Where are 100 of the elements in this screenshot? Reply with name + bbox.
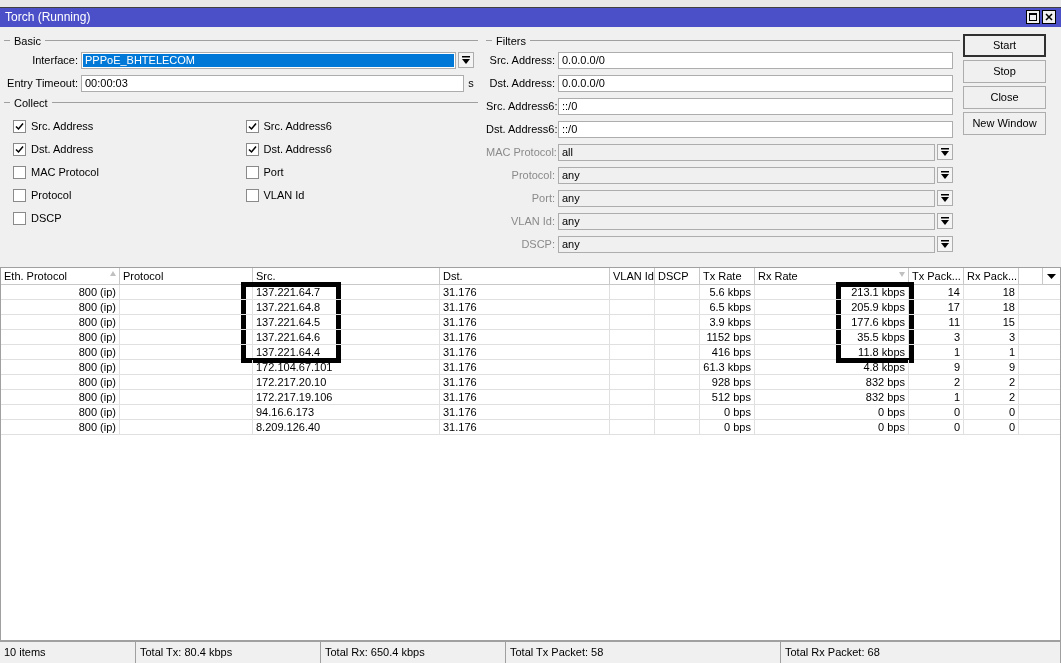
- column-header[interactable]: Tx Rate: [700, 268, 755, 285]
- table-cell-text: 4.8 kbps: [863, 359, 905, 375]
- filter-field[interactable]: ::/0: [558, 120, 953, 138]
- action-button[interactable]: Close: [963, 85, 1046, 109]
- table-cell-text: 137.221.64.6: [256, 329, 321, 345]
- table-cell-text: 832 bps: [865, 389, 905, 405]
- checkbox-label: Port: [263, 165, 284, 181]
- column-menu-button[interactable]: [1043, 268, 1060, 285]
- filter-field[interactable]: 0.0.0.0/0: [558, 51, 953, 69]
- field-label: Entry Timeout:: [6, 76, 79, 92]
- checkbox[interactable]: [245, 165, 259, 179]
- table-cell-text: 2: [1008, 374, 1015, 390]
- checkbox[interactable]: [13, 211, 26, 225]
- table-cell-text: 177.6 kbps: [851, 314, 905, 330]
- column-header[interactable]: DSCP: [655, 268, 700, 285]
- table-cell-text: 8.209.126.40: [256, 419, 321, 435]
- checkbox-label: MAC Protocol: [31, 165, 99, 181]
- table-cell-text: 1: [1008, 344, 1015, 360]
- column-header[interactable]: VLAN Id: [610, 268, 655, 285]
- column-header[interactable]: Protocol: [120, 268, 253, 285]
- table-cell-text: 2: [1008, 389, 1015, 405]
- checkbox[interactable]: [245, 119, 259, 133]
- column-header[interactable]: Tx Pack...: [909, 268, 964, 285]
- table-cell-text: 17: [947, 299, 960, 315]
- table-cell-text: 928 bps: [711, 374, 751, 390]
- checkbox-label: Src. Address: [31, 119, 94, 135]
- table-cell-text: 800 (ip): [78, 329, 116, 345]
- table-cell-text: 416 bps: [711, 344, 751, 360]
- column-header[interactable]: Dst.: [440, 268, 610, 285]
- interface-select[interactable]: PPPoE_BHTELECOM: [81, 51, 456, 69]
- filter-label: MAC Protocol:: [486, 145, 558, 161]
- table-cell-text: 3: [1008, 329, 1015, 345]
- table-cell-text: 9: [1008, 359, 1015, 375]
- table-cell-text: 31.176: [443, 329, 477, 345]
- checkbox[interactable]: [13, 188, 26, 202]
- checkbox-label: Dst. Address6: [263, 142, 332, 158]
- table-cell-text: 172.104.67.101: [256, 359, 333, 375]
- column-header[interactable]: Rx Rate: [755, 268, 909, 285]
- checkbox[interactable]: [13, 119, 26, 133]
- action-button[interactable]: New Window: [963, 111, 1046, 135]
- checkbox[interactable]: [13, 165, 26, 179]
- table-cell-text: 31.176: [443, 299, 477, 315]
- table-cell-text: 31.176: [443, 389, 477, 405]
- table-cell-text: 31.176: [443, 419, 477, 435]
- table-cell-text: 0 bps: [724, 404, 751, 420]
- table-cell-text: 61.3 kbps: [703, 359, 751, 375]
- table-cell-text: 205.9 kbps: [851, 299, 905, 315]
- action-button[interactable]: Stop: [963, 59, 1046, 83]
- field-label: Interface:: [31, 53, 79, 69]
- table-cell-text: 137.221.64.4: [256, 344, 321, 360]
- column-header[interactable]: Src.: [253, 268, 440, 285]
- table-cell-text: 172.217.19.106: [256, 389, 333, 405]
- table-cell-text: 832 bps: [865, 374, 905, 390]
- filter-label: Src. Address6:: [486, 99, 558, 115]
- table-cell-text: 11: [948, 314, 960, 330]
- timeout-field[interactable]: 00:00:03: [81, 74, 464, 92]
- table-cell-text: 5.6 kbps: [709, 284, 751, 300]
- checkbox[interactable]: [13, 142, 26, 156]
- filter-label: DSCP:: [520, 237, 556, 253]
- action-button[interactable]: Start: [963, 33, 1046, 57]
- filter-field[interactable]: 0.0.0.0/0: [558, 74, 953, 92]
- table-cell-text: 11.8 kbps: [858, 344, 905, 360]
- table-cell-text: 800 (ip): [78, 284, 116, 300]
- checkbox-label: DSCP: [31, 211, 62, 227]
- table-cell-text: 800 (ip): [78, 299, 116, 315]
- table-cell-text: 137.221.64.7: [256, 284, 321, 300]
- table-cell-text: 6.5 kbps: [709, 299, 751, 315]
- checkbox[interactable]: [245, 188, 259, 202]
- table-cell-text: 800 (ip): [78, 359, 116, 375]
- table-cell-text: 800 (ip): [78, 374, 116, 390]
- table-cell-text: 94.16.6.173: [256, 404, 315, 420]
- checkbox-label: Dst. Address: [31, 142, 94, 158]
- table-cell-text: 800 (ip): [78, 314, 116, 330]
- table-cell-text: 31.176: [443, 404, 477, 420]
- table-cell-text: 0: [1008, 419, 1015, 435]
- close-icon[interactable]: [1042, 10, 1056, 25]
- group-label: Basic: [14, 33, 41, 49]
- table-cell-text: 0: [953, 419, 960, 435]
- table-cell-text: 18: [1002, 299, 1015, 315]
- table-cell-text: 0 bps: [878, 419, 905, 435]
- table-cell-text: 1: [953, 389, 960, 405]
- window-title: Torch (Running): [5, 9, 91, 27]
- group-label: Filters: [496, 33, 526, 49]
- column-header[interactable]: Rx Pack...: [964, 268, 1019, 285]
- status-text: Total Tx: 80.4 kbps: [140, 645, 233, 661]
- filter-label: Dst. Address:: [488, 76, 556, 92]
- table-cell-text: 18: [1002, 284, 1015, 300]
- filter-field[interactable]: ::/0: [558, 97, 953, 115]
- status-text: 10 items: [4, 645, 46, 661]
- table-cell-text: 512 bps: [711, 389, 751, 405]
- filter-label: Protocol:: [510, 168, 556, 184]
- maximize-icon[interactable]: [1026, 10, 1040, 25]
- table-cell-text: 31.176: [443, 374, 477, 390]
- filter-label: Src. Address:: [488, 53, 556, 69]
- checkbox-label: VLAN Id: [263, 188, 305, 204]
- table-cell-text: 2: [953, 374, 960, 390]
- table-cell-text: 1152 bps: [706, 329, 751, 345]
- table-cell-text: 0 bps: [724, 419, 751, 435]
- column-header[interactable]: Eth. Protocol: [1, 268, 120, 285]
- checkbox[interactable]: [245, 142, 259, 156]
